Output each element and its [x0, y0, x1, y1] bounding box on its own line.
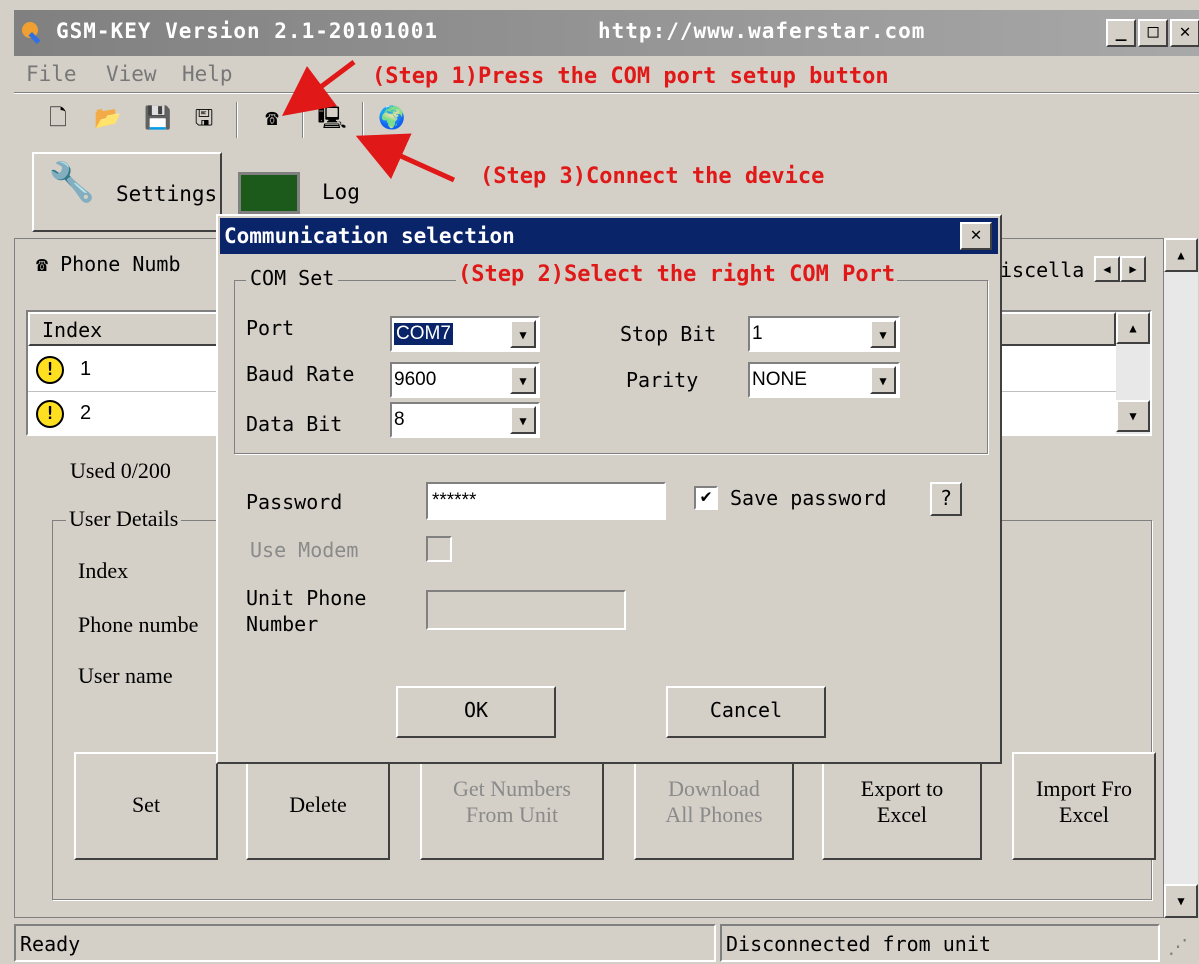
get-numbers-button[interactable]: Get Numbers From Unit	[420, 752, 604, 860]
chevron-down-icon: ▼	[870, 320, 896, 348]
wrench-icon: 🔧	[48, 160, 96, 204]
export-excel-button[interactable]: Export to Excel	[822, 752, 982, 860]
phone-number-label: Phone numbe	[78, 612, 199, 637]
set-button[interactable]: Set	[74, 752, 218, 860]
oscilloscope-icon	[238, 172, 300, 214]
scroll-up-button[interactable]: ▲	[1164, 238, 1198, 272]
data-bit-label: Data Bit	[246, 412, 343, 436]
dialog-title-bar: Communication selection ✕	[220, 218, 998, 254]
warning-icon: !	[36, 356, 64, 384]
com-set-legend: COM Set	[246, 266, 339, 290]
warning-icon: !	[36, 400, 64, 428]
dialog-title: Communication selection	[224, 224, 515, 248]
baud-rate-select[interactable]: 9600 ▼	[390, 362, 540, 398]
scroll-up-button[interactable]: ▲	[1116, 312, 1150, 344]
ok-button[interactable]: OK	[396, 686, 556, 738]
index-label: Index	[78, 558, 129, 583]
user-name-label: User name	[78, 663, 173, 688]
communication-dialog: Communication selection ✕ COM Set (Step …	[216, 214, 1002, 764]
delete-button[interactable]: Delete	[246, 752, 390, 860]
tab-scroll-left[interactable]: ◀	[1094, 256, 1120, 282]
parity-label: Parity	[626, 368, 699, 392]
chevron-down-icon: ▼	[510, 320, 536, 348]
main-scrollbar[interactable]: ▲ ▼	[1164, 238, 1198, 918]
unit-phone-field[interactable]	[426, 590, 626, 630]
user-details-legend: User Details	[66, 506, 182, 532]
port-select[interactable]: COM7 ▼	[390, 316, 540, 352]
save-password-checkbox[interactable]: ✔	[694, 486, 718, 510]
baud-rate-label: Baud Rate	[246, 362, 355, 386]
scroll-down-button[interactable]: ▼	[1116, 400, 1150, 432]
resize-grip-icon[interactable]: ⋰	[1168, 934, 1188, 958]
help-button[interactable]: ?	[930, 482, 962, 516]
step2-annotation: (Step 2)Select the right COM Port	[456, 262, 898, 287]
dialog-close-button[interactable]: ✕	[960, 222, 992, 250]
subtab-miscellaneous[interactable]: iscella	[1000, 258, 1084, 282]
password-label: Password	[246, 490, 343, 514]
table-scrollbar[interactable]: ▲ ▼	[1116, 312, 1150, 434]
use-modem-checkbox[interactable]	[426, 536, 452, 562]
chevron-down-icon: ▼	[510, 366, 536, 394]
cancel-button[interactable]: Cancel	[666, 686, 826, 738]
status-left-panel: Ready	[14, 924, 716, 962]
phone-icon: ☎	[36, 252, 49, 276]
password-field[interactable]: ******	[426, 482, 666, 520]
chevron-down-icon: ▼	[510, 406, 536, 434]
stop-bit-select[interactable]: 1 ▼	[748, 316, 900, 352]
parity-select[interactable]: NONE ▼	[748, 362, 900, 398]
use-modem-label: Use Modem	[250, 538, 359, 562]
unit-phone-label-2: Number	[246, 612, 319, 636]
import-excel-button[interactable]: Import Fro Excel	[1012, 752, 1156, 860]
stop-bit-label: Stop Bit	[620, 322, 717, 346]
data-bit-select[interactable]: 8 ▼	[390, 402, 540, 438]
status-right-panel: Disconnected from unit	[720, 924, 1160, 962]
scroll-down-button[interactable]: ▼	[1164, 884, 1198, 918]
port-label: Port	[246, 316, 295, 340]
tab-scroll-right[interactable]: ▶	[1120, 256, 1146, 282]
unit-phone-label-1: Unit Phone	[246, 586, 367, 610]
tab-settings[interactable]: 🔧 Settings	[32, 152, 222, 232]
chevron-down-icon: ▼	[870, 366, 896, 394]
used-count: Used 0/200	[70, 458, 171, 483]
save-password-label: Save password	[730, 486, 887, 510]
download-phones-button[interactable]: Download All Phones	[634, 752, 794, 860]
subtab-phone-numbers[interactable]: ☎ Phone Numb	[36, 252, 181, 276]
